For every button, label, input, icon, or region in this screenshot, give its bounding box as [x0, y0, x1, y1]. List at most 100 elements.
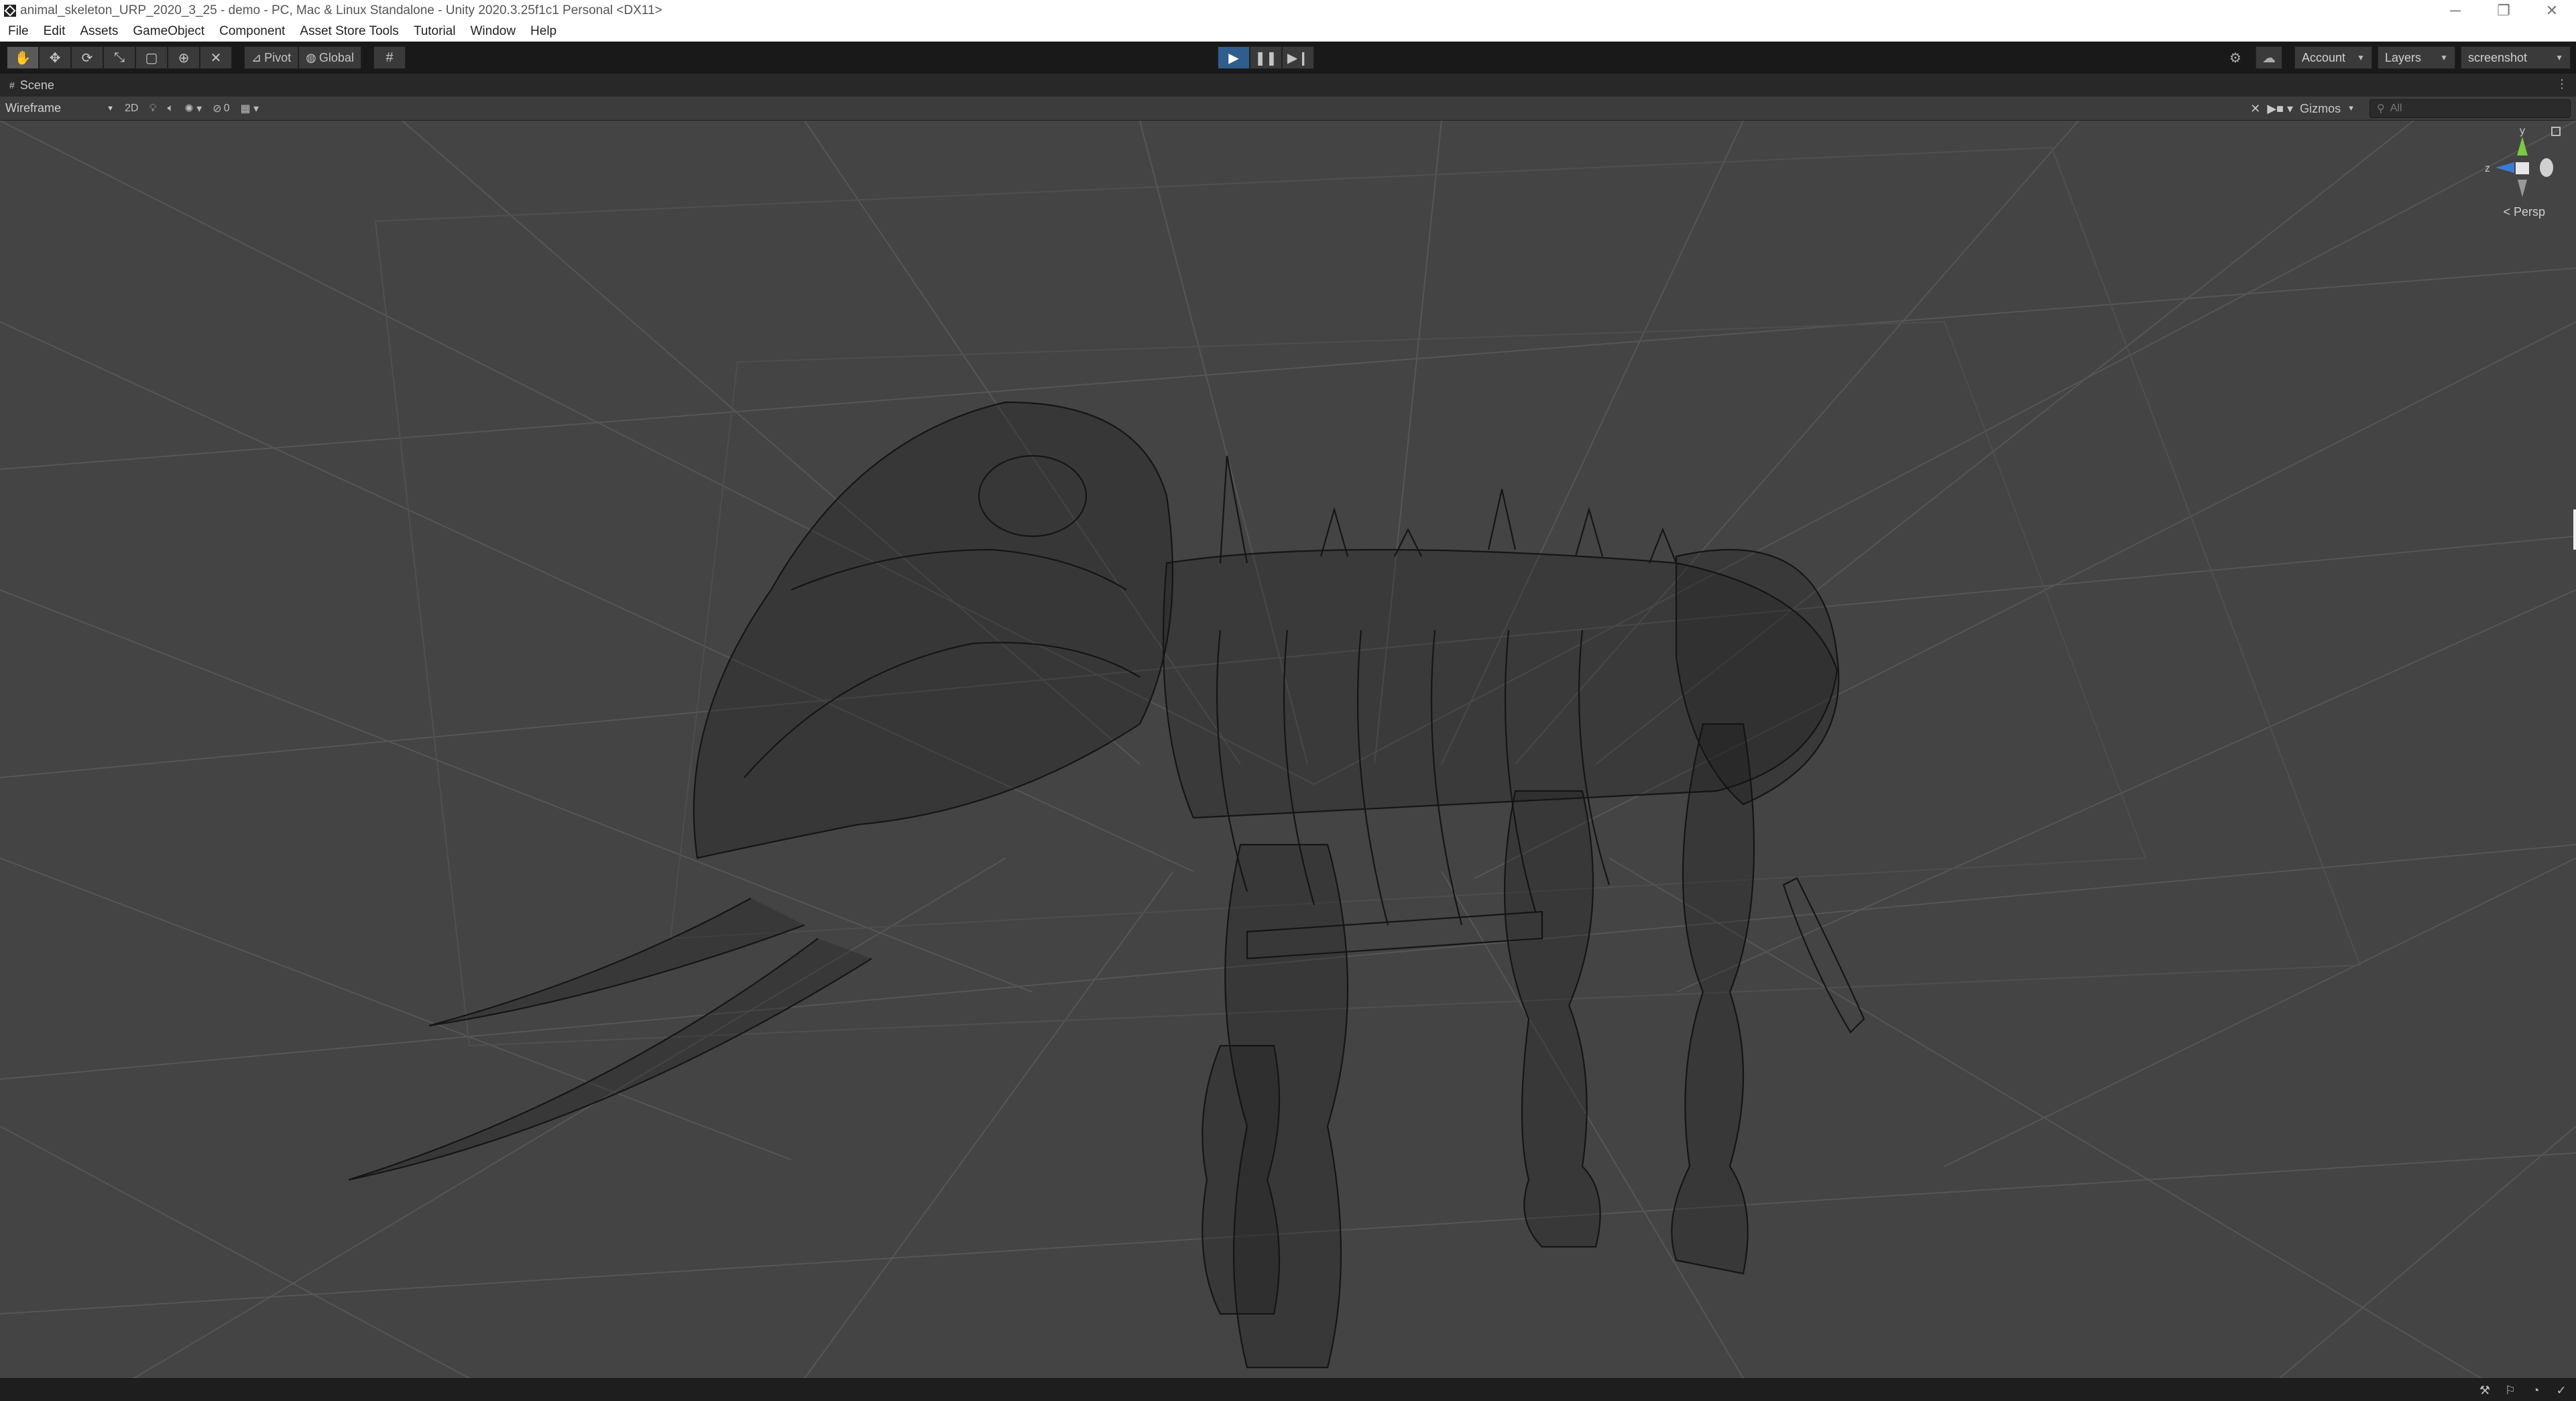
- cloud-button[interactable]: ☁: [2256, 46, 2282, 69]
- axis-z-cone[interactable]: [2496, 162, 2514, 173]
- global-toggle[interactable]: ◍ Global: [298, 46, 361, 69]
- global-label: Global: [318, 50, 354, 64]
- hand-tool-button[interactable]: ✋: [7, 46, 39, 69]
- axis-neg-y-cone[interactable]: [2518, 180, 2527, 197]
- gear-icon: ⚙: [2229, 50, 2241, 66]
- axis-x-cone[interactable]: [2540, 158, 2553, 177]
- effects-icon: ✺ ▾: [184, 103, 202, 115]
- rect-tool-button[interactable]: ▢: [135, 46, 168, 69]
- lightbulb-icon: 💡︎: [149, 102, 157, 114]
- scene-search-input[interactable]: ⚲ All: [2369, 99, 2571, 118]
- chevron-down-icon: ▼: [107, 104, 114, 113]
- panel-resize-handle[interactable]: [2573, 509, 2576, 550]
- collab-icon[interactable]: ⚐: [2502, 1383, 2518, 1398]
- move-tool-button[interactable]: ✥: [39, 46, 71, 69]
- rotate-tool-button[interactable]: ⟳: [71, 46, 103, 69]
- tools-icon[interactable]: ✕: [2250, 102, 2260, 116]
- custom-tool-button[interactable]: ✕: [200, 46, 232, 69]
- gizmo-center-cube[interactable]: [2516, 162, 2529, 174]
- camera-icon[interactable]: ▶■ ▾: [2267, 102, 2293, 116]
- step-icon: ▶❙: [1287, 50, 1309, 66]
- transform-tools: ✋ ✥ ⟳ ⤡ ▢ ⊕ ✕: [7, 46, 232, 69]
- account-dropdown[interactable]: Account ▼: [2294, 46, 2372, 69]
- step-button[interactable]: ▶❙: [1282, 46, 1314, 69]
- scale-tool-button[interactable]: ⤡: [103, 46, 135, 69]
- chevron-down-icon: ▼: [2357, 53, 2365, 62]
- scene-viewport[interactable]: y z < Persp: [0, 121, 2576, 1378]
- grid-snap-icon: #: [386, 50, 394, 65]
- axis-y-label: y: [2520, 125, 2525, 137]
- cloud-icon: ☁: [2262, 50, 2276, 66]
- unity-logo-icon: [4, 5, 16, 17]
- pivot-toggle[interactable]: ⊿ Pivot: [244, 46, 299, 69]
- chevron-left-icon: <: [2503, 205, 2510, 219]
- draw-mode-label: Wireframe: [5, 101, 62, 115]
- 2d-toggle[interactable]: 2D: [119, 99, 143, 119]
- window-title-bar: animal_skeleton_URP_2020_3_25 - demo - P…: [0, 0, 2576, 21]
- more-options-icon[interactable]: ⋮: [2556, 77, 2568, 91]
- custom-tool-icon: ✕: [210, 50, 222, 66]
- projection-toggle[interactable]: < Persp: [2503, 205, 2545, 219]
- layout-label: screenshot: [2468, 50, 2528, 64]
- menu-window[interactable]: Window: [470, 24, 516, 39]
- grid-icon: ▦ ▾: [240, 103, 259, 115]
- transform-tool-button[interactable]: ⊕: [168, 46, 200, 69]
- menu-help[interactable]: Help: [530, 24, 557, 39]
- play-icon: ▶: [1228, 50, 1239, 66]
- menu-asset-store-tools[interactable]: Asset Store Tools: [300, 24, 399, 39]
- audio-toggle[interactable]: 🔈︎: [162, 99, 180, 119]
- tab-scene[interactable]: # Scene: [9, 78, 54, 93]
- menu-bar: File Edit Assets GameObject Component As…: [0, 21, 2576, 42]
- check-icon[interactable]: ✓: [2553, 1383, 2569, 1398]
- gizmos-controls: ✕ ▶■ ▾ Gizmos ▼: [2243, 99, 2355, 119]
- debug-icon[interactable]: ⚒: [2477, 1383, 2493, 1398]
- account-label: Account: [2302, 50, 2346, 64]
- axis-y-cone[interactable]: [2517, 137, 2528, 156]
- hand-icon: ✋: [14, 50, 32, 66]
- draw-mode-dropdown[interactable]: Wireframe ▼: [0, 99, 119, 119]
- progress-icon[interactable]: ◔: [2528, 1383, 2544, 1398]
- lighting-toggle[interactable]: 💡︎: [143, 99, 162, 119]
- layers-dropdown[interactable]: Layers ▼: [2378, 46, 2455, 69]
- rotate-icon: ⟳: [81, 50, 93, 66]
- window-title: animal_skeleton_URP_2020_3_25 - demo - P…: [20, 3, 662, 17]
- layers-label: Layers: [2385, 50, 2422, 64]
- effects-dropdown[interactable]: ✺ ▾: [179, 99, 207, 119]
- pause-icon: ❚❚: [1254, 50, 1277, 66]
- rect-icon: ▢: [145, 50, 158, 66]
- grid-snap-button[interactable]: #: [373, 46, 406, 69]
- hidden-objects-toggle[interactable]: ⊘ 0: [207, 99, 235, 119]
- menu-file[interactable]: File: [8, 24, 29, 39]
- tab-scene-label: Scene: [19, 78, 54, 92]
- main-toolbar: ✋ ✥ ⟳ ⤡ ▢ ⊕ ✕ ⊿ Pivot ◍ Global # ▶ ❚❚ ▶❙ ⚙…: [0, 42, 2576, 74]
- minimize-button[interactable]: ─: [2431, 0, 2479, 21]
- eye-slash-icon: ⊘: [213, 103, 222, 115]
- services-button[interactable]: ⚙: [2222, 46, 2249, 69]
- playmode-controls: ▶ ❚❚ ▶❙: [1218, 46, 1314, 69]
- lock-icon[interactable]: [2551, 127, 2561, 136]
- pivot-icon: ⊿: [251, 50, 262, 64]
- chevron-down-icon: ▼: [2440, 53, 2448, 62]
- projection-label: Persp: [2513, 205, 2545, 219]
- scene-tab-bar: # Scene ⋮: [0, 74, 2576, 97]
- menu-gameobject[interactable]: GameObject: [133, 24, 204, 39]
- scene-toolbar: Wireframe ▼ 2D 💡︎ 🔈︎ ✺ ▾ ⊘ 0 ▦ ▾ ✕ ▶■ ▾ G…: [0, 97, 2576, 121]
- status-bar: ⚒ ⚐ ◔ ✓: [0, 1378, 2576, 1401]
- transform-icon: ⊕: [178, 50, 190, 66]
- close-button[interactable]: ✕: [2528, 0, 2576, 21]
- menu-assets[interactable]: Assets: [80, 24, 118, 39]
- maximize-button[interactable]: ❐: [2479, 0, 2528, 21]
- chevron-down-icon[interactable]: ▼: [2347, 105, 2355, 113]
- grid-visibility-dropdown[interactable]: ▦ ▾: [235, 99, 264, 119]
- search-placeholder: All: [2390, 103, 2402, 114]
- gizmos-dropdown[interactable]: Gizmos: [2300, 102, 2341, 116]
- play-button[interactable]: ▶: [1218, 46, 1250, 69]
- layout-dropdown[interactable]: screenshot ▼: [2461, 46, 2571, 69]
- pause-button[interactable]: ❚❚: [1250, 46, 1282, 69]
- globe-icon: ◍: [306, 50, 316, 64]
- menu-component[interactable]: Component: [219, 24, 285, 39]
- axis-z-label: z: [2485, 163, 2490, 174]
- menu-edit[interactable]: Edit: [44, 24, 66, 39]
- wireframe-scene: [0, 121, 2576, 1378]
- menu-tutorial[interactable]: Tutorial: [414, 24, 456, 39]
